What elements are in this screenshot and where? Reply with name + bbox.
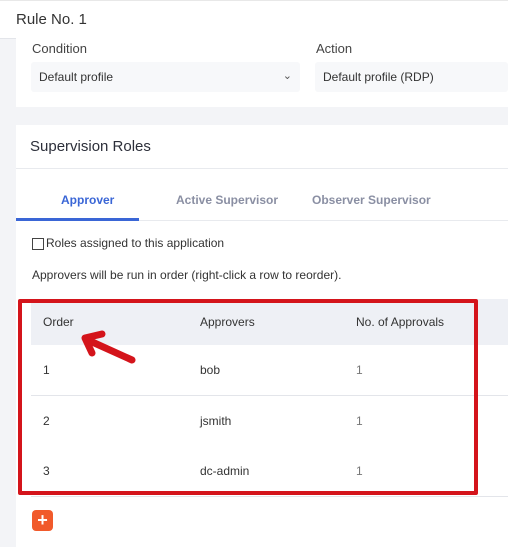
approver-order-hint: Approvers will be run in order (right-cl…	[32, 268, 342, 282]
approver-cell: jsmith	[200, 414, 232, 428]
order-cell: 1	[43, 363, 50, 377]
page-title: Rule No. 1	[16, 11, 87, 28]
approvals-cell: 1	[356, 414, 363, 428]
tab-observer-supervisor[interactable]: Observer Supervisor	[312, 193, 431, 207]
condition-value: Default profile	[39, 70, 114, 84]
condition-label: Condition	[32, 41, 87, 56]
role-tabs: Approver Active Supervisor Observer Supe…	[16, 183, 508, 223]
roles-assigned-checkbox[interactable]	[32, 238, 44, 250]
roles-assigned-label: Roles assigned to this application	[46, 236, 225, 250]
condition-select[interactable]: Default profile ⌄	[31, 62, 300, 92]
red-arrow-annotation	[81, 330, 136, 364]
column-approvers[interactable]: Approvers	[200, 315, 255, 329]
action-value: Default profile (RDP)	[323, 70, 434, 84]
tab-active-supervisor[interactable]: Active Supervisor	[176, 193, 278, 207]
chevron-down-icon: ⌄	[282, 70, 292, 82]
approver-cell: bob	[200, 363, 221, 377]
tab-approver[interactable]: Approver	[61, 193, 114, 207]
section-title: Supervision Roles	[30, 138, 151, 155]
active-tab-indicator	[16, 218, 139, 221]
column-approvals[interactable]: No. of Approvals	[356, 315, 444, 329]
action-label: Action	[316, 41, 353, 56]
order-cell: 3	[43, 464, 50, 478]
action-select[interactable]: Default profile (RDP)	[315, 62, 508, 92]
tab-divider	[139, 220, 508, 221]
divider	[16, 168, 508, 169]
order-cell: 2	[43, 414, 50, 428]
approver-cell: dc-admin	[200, 464, 250, 478]
column-order[interactable]: Order	[43, 315, 74, 329]
approvals-cell: 1	[356, 464, 363, 478]
table-row[interactable]: 2 jsmith 1	[31, 396, 508, 447]
add-approver-button[interactable]: +	[32, 510, 53, 531]
table-row[interactable]: 3 dc-admin 1	[31, 446, 508, 497]
approvals-cell: 1	[356, 363, 363, 377]
window-header: Rule No. 1	[0, 0, 508, 39]
